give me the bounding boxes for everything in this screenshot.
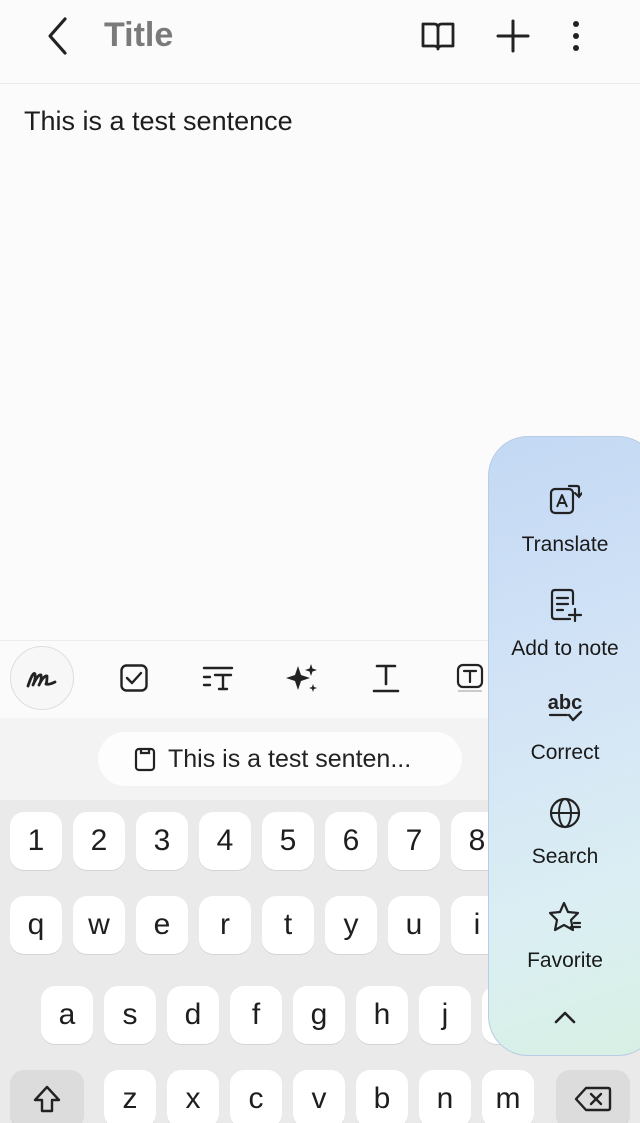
key-q[interactable]: q [10,896,62,954]
shift-icon [33,1085,61,1113]
key-c[interactable]: c [230,1070,282,1123]
text-actions-popup: Translate Add to note abc Correct Search… [488,436,640,1056]
handwriting-icon [26,672,57,688]
favorite-label: Favorite [527,949,603,972]
add-button[interactable] [491,14,535,58]
backspace-key[interactable] [556,1070,630,1123]
correct-action[interactable]: abc Correct [489,687,640,787]
key-v[interactable]: v [293,1070,345,1123]
key-w[interactable]: w [73,896,125,954]
ai-assist-tool[interactable] [270,646,334,710]
key-3[interactable]: 3 [136,812,188,870]
key-t[interactable]: t [262,896,314,954]
key-1[interactable]: 1 [10,812,62,870]
collapse-popup-button[interactable] [541,997,589,1037]
spellcheck-icon: abc [548,692,582,722]
translate-label: Translate [521,533,609,556]
text-style-icon [202,666,234,691]
translate-icon [549,484,582,515]
key-g[interactable]: g [293,986,345,1044]
key-4[interactable]: 4 [199,812,251,870]
key-y[interactable]: y [325,896,377,954]
add-to-note-action[interactable]: Add to note [489,583,640,683]
chevron-up-icon [554,1011,576,1024]
checkbox-icon [120,664,148,692]
key-a[interactable]: a [41,986,93,1044]
search-action[interactable]: Search [489,791,640,891]
text-format-tool[interactable] [354,646,418,710]
more-vertical-icon [573,21,579,51]
key-z[interactable]: z [104,1070,156,1123]
plus-icon [496,19,530,53]
key-x[interactable]: x [167,1070,219,1123]
add-to-note-icon [550,588,582,623]
key-7[interactable]: 7 [388,812,440,870]
key-s[interactable]: s [104,986,156,1044]
correct-label: Correct [530,741,600,764]
key-2[interactable]: 2 [73,812,125,870]
text-underline-icon [372,664,400,693]
globe-icon [549,797,581,829]
key-m[interactable]: m [482,1070,534,1123]
book-icon [421,22,455,51]
clipboard-suggestion-text: This is a test senten... [168,744,412,773]
key-5[interactable]: 5 [262,812,314,870]
app-header: Title [0,0,640,84]
star-icon [548,901,582,932]
key-b[interactable]: b [356,1070,408,1123]
key-j[interactable]: j [419,986,471,1044]
back-button[interactable] [36,14,80,58]
sparkle-icon [286,664,317,692]
note-title[interactable]: Title [104,16,173,55]
key-r[interactable]: r [199,896,251,954]
backspace-icon [574,1086,612,1112]
key-e[interactable]: e [136,896,188,954]
svg-text:abc: abc [548,692,582,714]
search-label: Search [531,845,599,868]
favorite-action[interactable]: Favorite [489,895,640,995]
clipboard-icon [134,747,156,772]
checklist-tool[interactable] [102,646,166,710]
text-box-icon [456,663,484,692]
note-body-text[interactable]: This is a test sentence [24,106,293,137]
handwriting-tool[interactable] [10,646,74,710]
key-f[interactable]: f [230,986,282,1044]
key-u[interactable]: u [388,896,440,954]
shift-key[interactable] [10,1070,84,1123]
text-style-tool[interactable] [186,646,250,710]
reading-mode-button[interactable] [416,14,460,58]
key-h[interactable]: h [356,986,408,1044]
more-options-button[interactable] [554,14,598,58]
translate-action[interactable]: Translate [489,479,640,579]
key-n[interactable]: n [419,1070,471,1123]
add-to-note-label: Add to note [511,637,619,660]
chevron-left-icon [48,17,67,55]
clipboard-suggestion-chip[interactable]: This is a test senten... [98,732,462,786]
key-d[interactable]: d [167,986,219,1044]
key-6[interactable]: 6 [325,812,377,870]
